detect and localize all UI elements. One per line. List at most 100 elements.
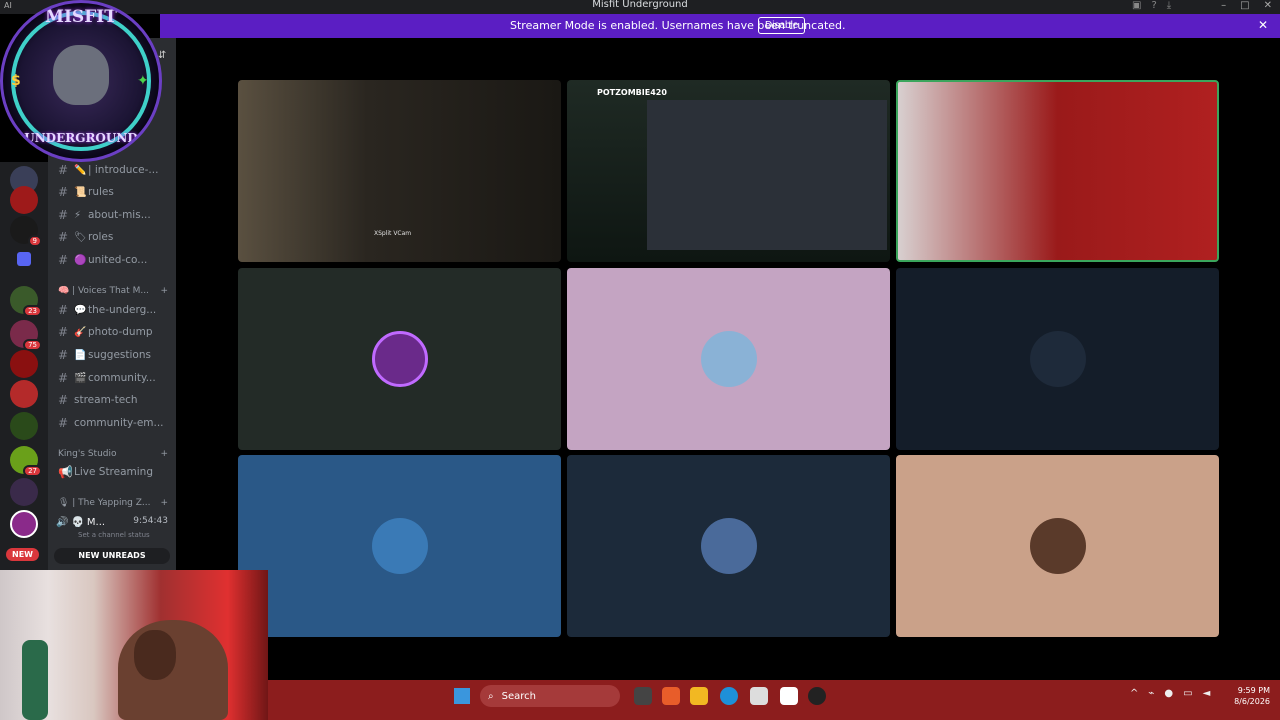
hash-icon: # (58, 253, 69, 267)
document-icon: 📄 (74, 349, 87, 361)
chevron-up-icon[interactable]: ^ (1130, 688, 1138, 699)
display-icon[interactable]: ▭ (1183, 688, 1192, 699)
new-badge[interactable]: NEW (6, 548, 39, 561)
add-channel-icon[interactable]: + (160, 498, 168, 508)
streamer-mode-banner: Streamer Mode is enabled. Usernames have… (160, 14, 1280, 38)
task-view-icon[interactable] (634, 687, 652, 705)
new-unreads-button[interactable]: NEW UNREADS (54, 548, 170, 564)
logo-text-top: MISFIT (45, 7, 117, 27)
search-icon: ⌕ (488, 690, 494, 702)
windows-start-icon[interactable] (454, 688, 470, 704)
hash-icon: # (58, 230, 69, 244)
add-channel-icon[interactable]: + (160, 449, 168, 459)
voice-channel-user[interactable]: 🔊 💀 M... 9:54:43 (56, 513, 170, 531)
channel-united[interactable]: # 🟣 united-co... (58, 250, 174, 270)
hash-icon: # (58, 325, 69, 339)
channel-introduce[interactable]: # ✏️ | introduce-... (58, 160, 174, 180)
channel-label: about-mis... (88, 209, 151, 221)
video-tile-avatar[interactable] (567, 268, 890, 450)
server-icon[interactable]: 75 (10, 320, 42, 351)
skull-icon: 💀 (71, 516, 84, 528)
channel-label: community... (88, 372, 156, 384)
store-icon[interactable] (750, 687, 768, 705)
category-label: 🎙 | The Yapping Z... (58, 498, 151, 508)
video-tile-camera-speaking[interactable] (896, 80, 1219, 262)
video-tile-avatar[interactable] (896, 455, 1219, 637)
video-tile-camera[interactable]: XSplit VCam (238, 80, 561, 262)
hash-icon: # (58, 163, 69, 177)
channel-the-underground[interactable]: # 💬 the-underg... (58, 300, 174, 320)
hash-icon: # (58, 371, 69, 385)
close-window-icon[interactable]: ✕ (1264, 0, 1272, 11)
file-explorer-icon[interactable] (690, 687, 708, 705)
edge-icon[interactable] (720, 687, 738, 705)
server-logo: $ ✦ MISFIT UNDERGROUND (0, 0, 162, 162)
channel-label: rules (88, 186, 114, 198)
video-tile-avatar[interactable] (896, 268, 1219, 450)
channel-status[interactable]: Set a channel status (78, 531, 150, 539)
channel-label: united-co... (88, 254, 148, 266)
pencil-icon: ✏️ (74, 164, 87, 176)
server-icon[interactable] (10, 380, 38, 408)
volume-icon[interactable]: ◄ (1203, 688, 1211, 699)
dollar-icon: $ (11, 73, 21, 89)
video-tile-screenshare[interactable]: POTZOMBIE420 (567, 80, 890, 262)
channel-suggestions[interactable]: # 📄 suggestions (58, 345, 174, 365)
mic-icon[interactable]: ● (1164, 688, 1173, 699)
screenshare-label: POTZOMBIE420 (597, 88, 667, 97)
minimize-icon[interactable]: – (1221, 0, 1226, 11)
server-icon[interactable] (10, 186, 38, 214)
channel-rules[interactable]: # 📜 rules (58, 182, 174, 202)
server-icon[interactable]: 9 (10, 216, 42, 247)
video-tile-avatar[interactable] (567, 455, 890, 637)
taskbar-search[interactable]: ⌕ Search (480, 685, 620, 707)
hash-icon: # (58, 416, 69, 430)
download-icon[interactable]: ⤓ (1167, 0, 1171, 11)
channel-community-em[interactable]: # community-em... (58, 413, 174, 433)
inbox-icon[interactable]: ▣ (1132, 0, 1141, 11)
copilot-icon[interactable] (662, 687, 680, 705)
category-yapping-zone[interactable]: 🎙 | The Yapping Z... + (58, 496, 168, 510)
video-tile-avatar[interactable] (238, 455, 561, 637)
channel-photo-dump[interactable]: # 🎸 photo-dump (58, 322, 174, 342)
channel-stream-tech[interactable]: # stream-tech (58, 390, 174, 410)
server-icon[interactable]: 27 (10, 446, 42, 477)
channel-roles[interactable]: # 🏷 roles (58, 227, 174, 247)
raccoon-icon (53, 45, 109, 105)
channel-label: | introduce-... (88, 164, 159, 176)
folder-icon[interactable] (17, 252, 31, 266)
help-icon[interactable]: ? (1151, 0, 1156, 11)
add-channel-icon[interactable]: + (160, 286, 168, 296)
server-icon[interactable] (10, 350, 38, 378)
disable-button[interactable]: Disable (758, 17, 806, 34)
server-icon[interactable]: 23 (10, 286, 42, 317)
channel-about[interactable]: # ⚡ about-mis... (58, 205, 174, 225)
channel-label: Live Streaming (74, 466, 154, 478)
clock[interactable]: 9:59 PM 8/6/2026 (1234, 685, 1270, 707)
notepad-icon[interactable] (780, 687, 798, 705)
server-icon-active[interactable] (10, 510, 38, 538)
category-label: King's Studio (58, 449, 117, 459)
category-voices[interactable]: 🧠 | Voices That M... + (58, 284, 168, 298)
user-avatar (1029, 331, 1086, 387)
purple-circle-icon: 🟣 (74, 254, 87, 266)
channel-label: photo-dump (88, 326, 153, 338)
hash-icon: # (58, 208, 69, 222)
lamp-object (22, 640, 48, 720)
server-icon[interactable] (10, 478, 38, 506)
user-avatar (1029, 518, 1086, 574)
unread-badge: 27 (23, 465, 42, 477)
user-avatar (371, 331, 428, 387)
search-label: Search (501, 690, 536, 702)
maximize-icon[interactable]: □ (1240, 0, 1249, 11)
close-icon[interactable]: ✕ (1258, 18, 1268, 32)
server-icon[interactable] (10, 412, 38, 440)
video-tile-avatar[interactable] (238, 268, 561, 450)
window-title: Misfit Underground (592, 0, 688, 10)
leaf-icon: ✦ (137, 73, 149, 89)
network-icon[interactable]: ⌁ (1148, 688, 1154, 699)
obs-icon[interactable] (808, 687, 826, 705)
channel-community[interactable]: # 🎬 community... (58, 368, 174, 388)
category-kings-studio[interactable]: King's Studio + (58, 447, 168, 461)
channel-live-streaming[interactable]: 📢 Live Streaming (58, 462, 174, 482)
